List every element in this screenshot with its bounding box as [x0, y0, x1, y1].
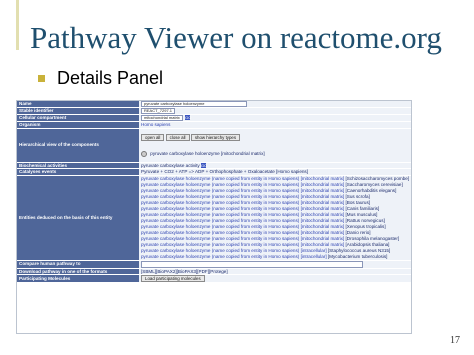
- entity-species: [Caenorhabditis elegans]: [345, 187, 397, 193]
- compare-label: Compare human pathway to: [17, 260, 139, 269]
- go-link-icon[interactable]: GO: [185, 115, 191, 121]
- show-hierarchy-types-button[interactable]: show hierarchy types: [190, 133, 241, 141]
- open-all-button[interactable]: open all: [141, 133, 165, 141]
- download-formats-links[interactable]: [SBML][BioPAX2][BioPAX3][PDF][Protege]: [141, 269, 228, 274]
- row-compare: Compare human pathway to: [17, 260, 411, 269]
- bullet-square-icon: [38, 74, 45, 82]
- row-catalyses: Catalyses events Pyruvate + CO2 + ATP =>…: [17, 168, 411, 176]
- entities-label: Entities deduced on the basis of this en…: [17, 175, 139, 261]
- entity-link[interactable]: pyruvate carboxylase holoenzyme (name co…: [141, 218, 344, 223]
- compare-species-select[interactable]: [141, 260, 363, 268]
- entity-link[interactable]: pyruvate carboxylase holoenzyme (name co…: [141, 230, 344, 235]
- compartment-label: Cellular compartment: [17, 114, 139, 122]
- go-activity-icon[interactable]: GO: [201, 162, 207, 168]
- name-field[interactable]: pyruvate carboxylase holoenzyme: [141, 101, 247, 107]
- entities-list: pyruvate carboxylase holoenzyme (name co…: [139, 175, 411, 261]
- details-panel: Name pyruvate carboxylase holoenzyme Sta…: [16, 100, 412, 334]
- row-entities: Entities deduced on the basis of this en…: [17, 175, 411, 261]
- participating-label: Participating Molecules: [17, 274, 139, 284]
- biochemical-label: Biochemical activities: [17, 162, 139, 170]
- slide: Pathway Viewer on reactome.org Details P…: [0, 0, 474, 355]
- entity-species: [Canis familiaris]: [345, 205, 380, 211]
- entity-link[interactable]: pyruvate carboxylase holoenzyme (name co…: [141, 182, 344, 187]
- load-participating-molecules-button[interactable]: Load participating molecules: [141, 275, 205, 282]
- entity-link[interactable]: pyruvate carboxylase holoenzyme (name co…: [141, 248, 327, 253]
- title-rule: [16, 0, 19, 50]
- biochemical-link[interactable]: pyruvate carboxylase activity: [141, 163, 200, 168]
- entity-link[interactable]: pyruvate carboxylase holoenzyme (name co…: [141, 200, 344, 205]
- organism-label: Organism: [17, 121, 139, 129]
- entity-species: [Schizosaccharomyces pombe]: [345, 175, 410, 181]
- close-all-button[interactable]: close all: [165, 133, 190, 141]
- stable-id-field[interactable]: REACT_7297.1: [141, 108, 176, 114]
- page-number: 17: [450, 335, 460, 346]
- entity-species: [Danio rerio]: [345, 229, 371, 235]
- entity-row: pyruvate carboxylase holoenzyme (name co…: [141, 254, 409, 260]
- entity-species: [Rattus norvegicus]: [345, 217, 385, 223]
- row-organism: Organism Homo sapiens: [17, 121, 411, 129]
- bullet-item: Details Panel: [38, 68, 163, 88]
- entity-species: [Mycobacterium tuberculosis]: [327, 253, 388, 259]
- slide-title: Pathway Viewer on reactome.org: [30, 20, 442, 55]
- entity-species: [Sus scrofa]: [345, 193, 370, 199]
- entity-species: [Arabidopsis thaliana]: [345, 241, 390, 247]
- catalyses-link[interactable]: Pyruvate + CO2 + ATP => ADP + Orthophosp…: [141, 169, 308, 174]
- catalyses-label: Catalyses events: [17, 168, 139, 176]
- row-stable-id: Stable identifier REACT_7297.1: [17, 107, 411, 115]
- row-download: Download pathway in one of the formats […: [17, 268, 411, 276]
- entity-link[interactable]: pyruvate carboxylase holoenzyme (name co…: [141, 188, 344, 193]
- stable-id-label: Stable identifier: [17, 107, 139, 115]
- entity-link[interactable]: pyruvate carboxylase holoenzyme (name co…: [141, 254, 327, 259]
- entity-link[interactable]: pyruvate carboxylase holoenzyme (name co…: [141, 176, 344, 181]
- compartment-field[interactable]: mitochondrial matrix: [141, 115, 183, 121]
- entity-link[interactable]: pyruvate carboxylase holoenzyme (name co…: [141, 194, 344, 199]
- tree-node-icon[interactable]: [141, 150, 147, 157]
- hierarchy-item[interactable]: pyruvate carboxylase holoenzyme [mitocho…: [150, 151, 264, 156]
- entity-species: [Bos taurus]: [345, 199, 371, 205]
- hierarchy-label: Hierarchical view of the components: [17, 128, 139, 163]
- download-label: Download pathway in one of the formats: [17, 268, 139, 276]
- row-biochemical: Biochemical activities pyruvate carboxyl…: [17, 162, 411, 170]
- entity-link[interactable]: pyruvate carboxylase holoenzyme (name co…: [141, 242, 344, 247]
- row-hierarchy: Hierarchical view of the components open…: [17, 128, 411, 163]
- entity-species: [Mus musculus]: [345, 211, 378, 217]
- entity-link[interactable]: pyruvate carboxylase holoenzyme (name co…: [141, 212, 344, 217]
- bullet-text: Details Panel: [57, 67, 164, 88]
- entity-species: [Drosophila melanogaster]: [345, 235, 400, 241]
- entity-link[interactable]: pyruvate carboxylase holoenzyme (name co…: [141, 206, 344, 211]
- row-compartment: Cellular compartment mitochondrial matri…: [17, 114, 411, 122]
- entity-link[interactable]: pyruvate carboxylase holoenzyme (name co…: [141, 236, 344, 241]
- entity-species: [Xenopus tropicalis]: [345, 223, 386, 229]
- details-table: Name pyruvate carboxylase holoenzyme Sta…: [17, 101, 411, 284]
- row-participating: Participating Molecules Load participati…: [17, 274, 411, 284]
- entity-link[interactable]: pyruvate carboxylase holoenzyme (name co…: [141, 224, 344, 229]
- organism-link[interactable]: Homo sapiens: [141, 122, 170, 127]
- entity-species: [Saccharomyces cerevisiae]: [345, 181, 403, 187]
- entity-species: [Staphylococcus aureus N315]: [327, 247, 391, 253]
